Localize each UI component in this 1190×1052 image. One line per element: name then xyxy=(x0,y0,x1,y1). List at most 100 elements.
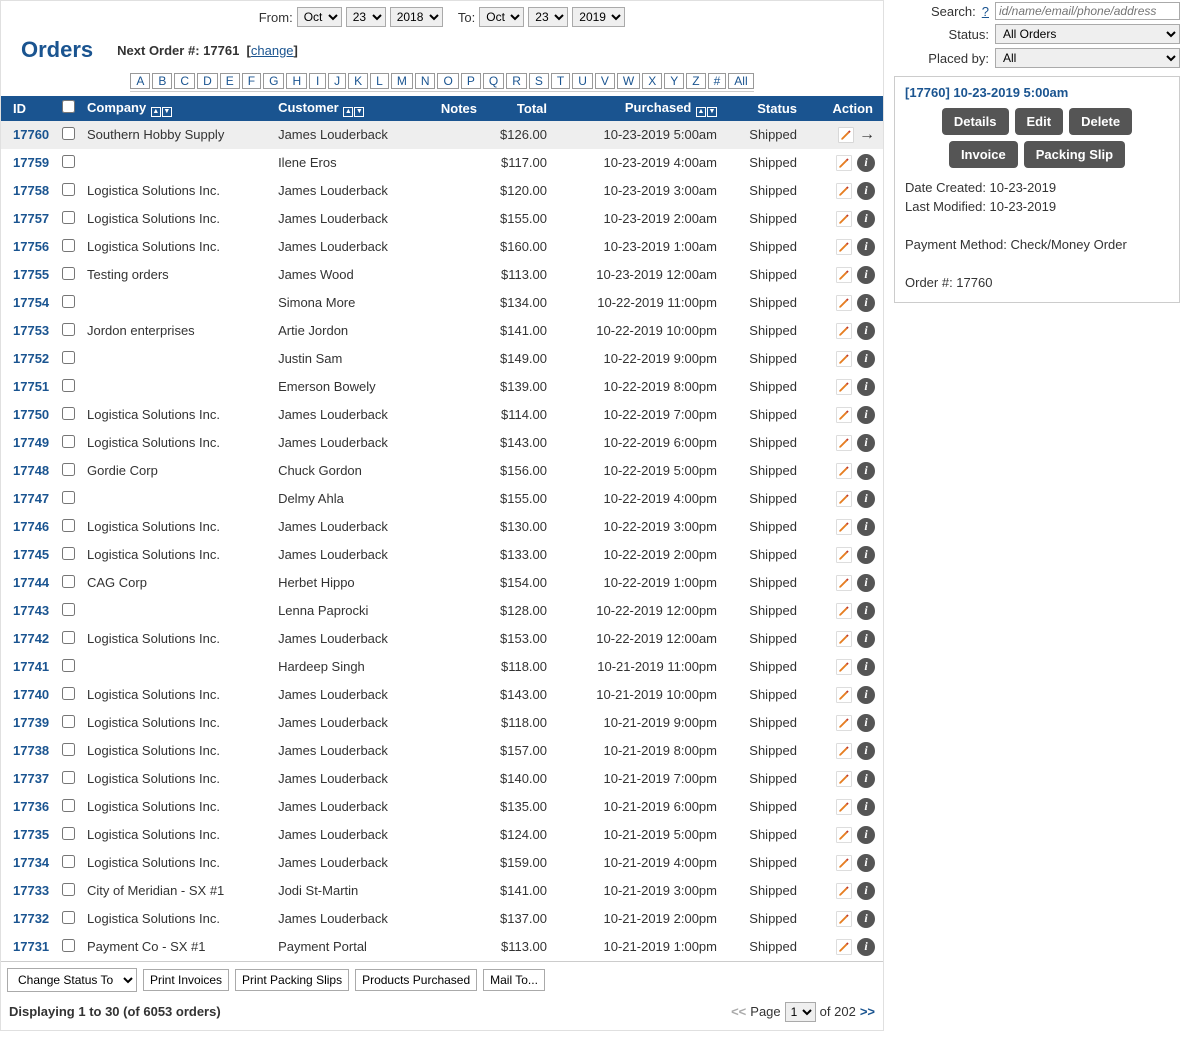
row-checkbox[interactable] xyxy=(62,379,75,392)
row-checkbox[interactable] xyxy=(62,631,75,644)
letter-filter-t[interactable]: T xyxy=(551,73,570,89)
pencil-icon[interactable] xyxy=(835,434,853,452)
table-row[interactable]: 17754Simona More$134.0010-22-2019 11:00p… xyxy=(1,289,883,317)
pencil-icon[interactable] xyxy=(835,630,853,648)
table-row[interactable]: 17752Justin Sam$149.0010-22-2019 9:00pmS… xyxy=(1,345,883,373)
info-icon[interactable]: i xyxy=(857,854,875,872)
table-row[interactable]: 17734Logistica Solutions Inc.James Loude… xyxy=(1,849,883,877)
letter-filter-m[interactable]: M xyxy=(391,73,413,89)
pencil-icon[interactable] xyxy=(835,182,853,200)
table-row[interactable]: 17736Logistica Solutions Inc.James Loude… xyxy=(1,793,883,821)
letter-filter-p[interactable]: P xyxy=(461,73,481,89)
pencil-icon[interactable] xyxy=(835,798,853,816)
order-id-link[interactable]: 17734 xyxy=(13,855,49,870)
row-checkbox[interactable] xyxy=(62,771,75,784)
order-id-link[interactable]: 17735 xyxy=(13,827,49,842)
change-link[interactable]: change xyxy=(251,43,294,58)
letter-filter-n[interactable]: N xyxy=(415,73,436,89)
info-icon[interactable]: i xyxy=(857,518,875,536)
change-status-select[interactable]: Change Status To xyxy=(7,968,137,992)
sort-asc-icon[interactable]: ▲ xyxy=(151,107,161,117)
mail-to-button[interactable]: Mail To... xyxy=(483,969,545,991)
pencil-icon[interactable] xyxy=(835,406,853,424)
info-icon[interactable]: i xyxy=(857,938,875,956)
info-icon[interactable]: i xyxy=(857,770,875,788)
info-icon[interactable]: i xyxy=(857,350,875,368)
pencil-icon[interactable] xyxy=(835,742,853,760)
info-icon[interactable]: i xyxy=(857,742,875,760)
sort-asc-icon[interactable]: ▲ xyxy=(343,107,353,117)
arrow-right-icon[interactable]: → xyxy=(859,126,875,144)
page-prev[interactable]: << xyxy=(731,1004,746,1019)
pencil-icon[interactable] xyxy=(835,490,853,508)
letter-filter-d[interactable]: D xyxy=(197,73,218,89)
row-checkbox[interactable] xyxy=(62,407,75,420)
row-checkbox[interactable] xyxy=(62,547,75,560)
order-id-link[interactable]: 17738 xyxy=(13,743,49,758)
col-notes[interactable]: Notes xyxy=(428,96,483,121)
invoice-button[interactable]: Invoice xyxy=(949,141,1018,168)
sort-desc-icon[interactable]: ▼ xyxy=(162,107,172,117)
col-status[interactable]: Status xyxy=(723,96,803,121)
info-icon[interactable]: i xyxy=(857,266,875,284)
pencil-icon[interactable] xyxy=(835,686,853,704)
order-id-link[interactable]: 17736 xyxy=(13,799,49,814)
order-id-link[interactable]: 17753 xyxy=(13,323,49,338)
status-filter-select[interactable]: All Orders xyxy=(995,24,1180,44)
info-icon[interactable]: i xyxy=(857,574,875,592)
order-id-link[interactable]: 17751 xyxy=(13,379,49,394)
table-row[interactable]: 17744CAG CorpHerbet Hippo$154.0010-22-20… xyxy=(1,569,883,597)
pencil-icon[interactable] xyxy=(835,322,853,340)
row-checkbox[interactable] xyxy=(62,183,75,196)
row-checkbox[interactable] xyxy=(62,211,75,224)
row-checkbox[interactable] xyxy=(62,491,75,504)
table-row[interactable]: 17750Logistica Solutions Inc.James Loude… xyxy=(1,401,883,429)
table-row[interactable]: 17751Emerson Bowely$139.0010-22-2019 8:0… xyxy=(1,373,883,401)
letter-filter-#[interactable]: # xyxy=(708,73,727,89)
placedby-filter-select[interactable]: All xyxy=(995,48,1180,68)
letter-filter-l[interactable]: L xyxy=(370,73,389,89)
order-id-link[interactable]: 17756 xyxy=(13,239,49,254)
pencil-icon[interactable] xyxy=(835,938,853,956)
pencil-icon[interactable] xyxy=(835,266,853,284)
col-company[interactable]: Company ▲▼ xyxy=(81,96,272,121)
col-total[interactable]: Total xyxy=(483,96,553,121)
info-icon[interactable]: i xyxy=(857,686,875,704)
order-id-link[interactable]: 17759 xyxy=(13,155,49,170)
letter-filter-k[interactable]: K xyxy=(348,73,368,89)
pencil-icon[interactable] xyxy=(835,826,853,844)
from-day-select[interactable]: 23 xyxy=(346,7,386,27)
info-icon[interactable]: i xyxy=(857,658,875,676)
letter-filter-e[interactable]: E xyxy=(220,73,240,89)
row-checkbox[interactable] xyxy=(62,911,75,924)
letter-filter-x[interactable]: X xyxy=(642,73,662,89)
letter-filter-s[interactable]: S xyxy=(529,73,549,89)
col-customer[interactable]: Customer ▲▼ xyxy=(272,96,428,121)
table-row[interactable]: 17755Testing ordersJames Wood$113.0010-2… xyxy=(1,261,883,289)
order-id-link[interactable]: 17741 xyxy=(13,659,49,674)
order-id-link[interactable]: 17757 xyxy=(13,211,49,226)
pencil-icon[interactable] xyxy=(835,574,853,592)
products-purchased-button[interactable]: Products Purchased xyxy=(355,969,477,991)
print-invoices-button[interactable]: Print Invoices xyxy=(143,969,229,991)
letter-filter-g[interactable]: G xyxy=(263,73,284,89)
row-checkbox[interactable] xyxy=(62,239,75,252)
from-year-select[interactable]: 2018 xyxy=(390,7,443,27)
info-icon[interactable]: i xyxy=(857,546,875,564)
info-icon[interactable]: i xyxy=(857,406,875,424)
letter-filter-all[interactable]: All xyxy=(728,73,753,89)
info-icon[interactable]: i xyxy=(857,238,875,256)
col-purchased[interactable]: Purchased ▲▼ xyxy=(553,96,723,121)
order-id-link[interactable]: 17743 xyxy=(13,603,49,618)
order-id-link[interactable]: 17740 xyxy=(13,687,49,702)
letter-filter-q[interactable]: Q xyxy=(483,73,504,89)
row-checkbox[interactable] xyxy=(62,827,75,840)
to-month-select[interactable]: Oct xyxy=(479,7,524,27)
to-day-select[interactable]: 23 xyxy=(528,7,568,27)
table-row[interactable]: 17741Hardeep Singh$118.0010-21-2019 11:0… xyxy=(1,653,883,681)
pencil-icon[interactable] xyxy=(835,546,853,564)
letter-filter-b[interactable]: B xyxy=(152,73,172,89)
from-month-select[interactable]: Oct xyxy=(297,7,342,27)
pencil-icon[interactable] xyxy=(835,882,853,900)
pencil-icon[interactable] xyxy=(835,910,853,928)
